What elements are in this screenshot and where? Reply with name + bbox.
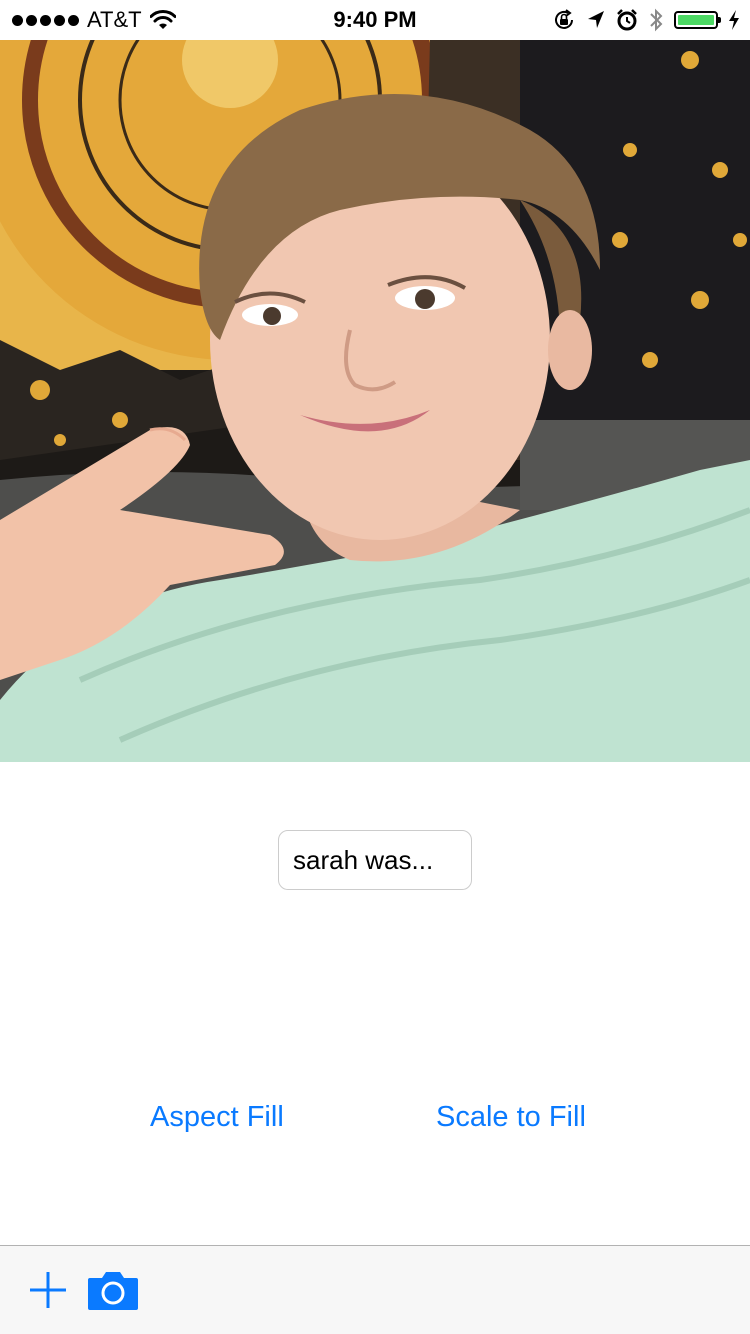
caption-text-field[interactable]: sarah was... <box>278 830 472 890</box>
alarm-icon <box>617 9 637 31</box>
selfie-photo <box>0 40 750 762</box>
photo-image <box>0 40 750 762</box>
location-icon <box>588 11 604 28</box>
scale-to-fill-button[interactable]: Scale to Fill <box>436 1094 586 1140</box>
charging-icon <box>729 10 739 30</box>
add-icon[interactable] <box>28 1270 68 1310</box>
bottom-toolbar <box>0 1245 750 1334</box>
bluetooth-icon <box>650 8 663 32</box>
status-right <box>552 0 740 40</box>
battery-level <box>678 15 714 25</box>
aspect-fill-button[interactable]: Aspect Fill <box>150 1094 284 1140</box>
status-bar: AT&T 9:40 PM <box>0 0 750 40</box>
rotation-lock-icon <box>555 9 573 29</box>
camera-icon[interactable] <box>86 1268 140 1312</box>
battery-icon <box>674 11 721 29</box>
